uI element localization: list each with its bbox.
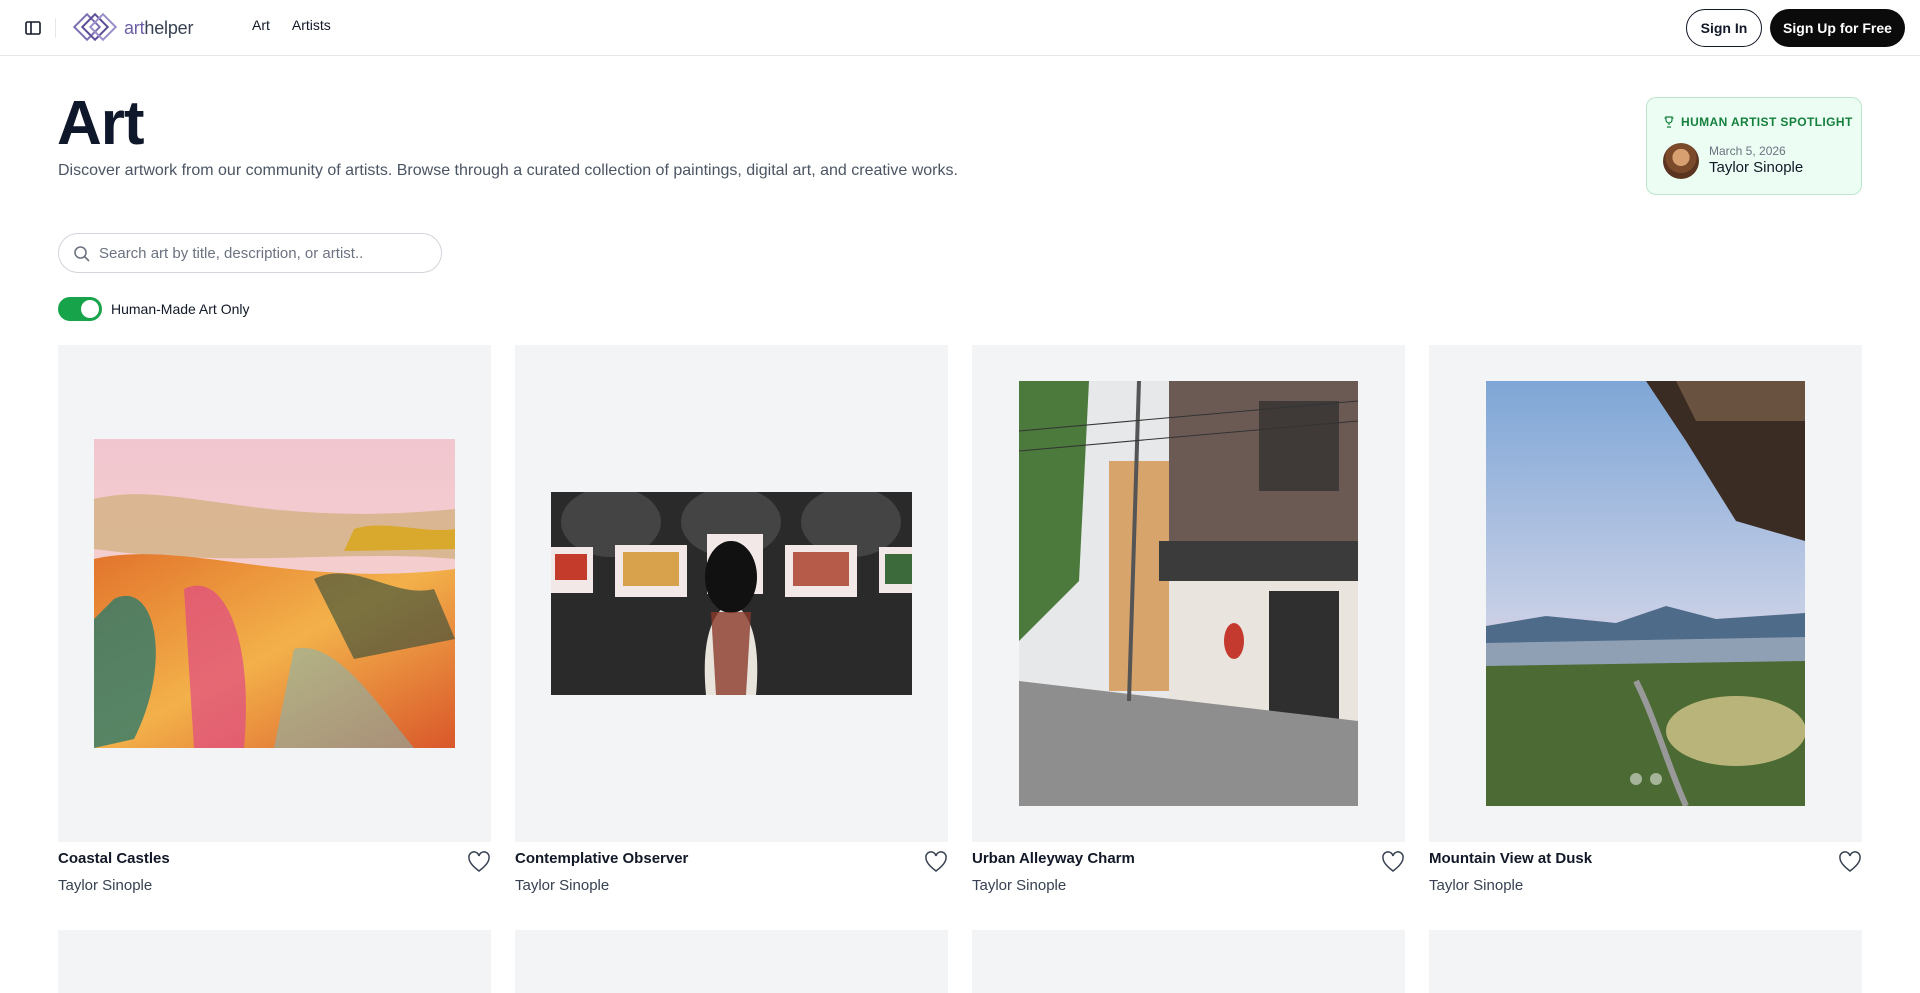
artwork-card-placeholder[interactable] bbox=[972, 930, 1405, 993]
nav-link-artists[interactable]: Artists bbox=[292, 17, 331, 33]
artwork-card[interactable]: Coastal Castles Taylor Sinople bbox=[58, 345, 491, 894]
artwork-card[interactable]: Mountain View at Dusk Taylor Sinople bbox=[1429, 345, 1862, 894]
spotlight-avatar bbox=[1663, 143, 1699, 179]
heart-icon[interactable] bbox=[924, 851, 948, 873]
toggle-knob bbox=[81, 300, 99, 318]
top-navigation-bar: arthelper Art Artists Sign In Sign Up fo… bbox=[0, 0, 1920, 56]
spotlight-label: HUMAN ARTIST SPOTLIGHT bbox=[1681, 115, 1853, 129]
artwork-artist[interactable]: Taylor Sinople bbox=[58, 877, 152, 894]
artwork-card-placeholder[interactable] bbox=[58, 930, 491, 993]
page-subtitle: Discover artwork from our community of a… bbox=[58, 162, 958, 179]
artwork-card-placeholder[interactable] bbox=[515, 930, 948, 993]
artwork-artist[interactable]: Taylor Sinople bbox=[515, 877, 609, 894]
trophy-icon bbox=[1664, 116, 1674, 128]
artwork-title[interactable]: Mountain View at Dusk bbox=[1429, 850, 1592, 867]
logo-mark-icon bbox=[72, 12, 118, 42]
nav-link-art[interactable]: Art bbox=[252, 17, 270, 33]
page-title: Art bbox=[57, 89, 145, 158]
artwork-title[interactable]: Urban Alleyway Charm bbox=[972, 850, 1135, 867]
heart-icon[interactable] bbox=[1381, 851, 1405, 873]
arthelper-logo[interactable]: arthelper bbox=[72, 10, 193, 46]
artwork-artist[interactable]: Taylor Sinople bbox=[972, 877, 1066, 894]
human-made-toggle[interactable] bbox=[58, 297, 102, 321]
sign-up-button[interactable]: Sign Up for Free bbox=[1770, 9, 1905, 47]
artwork-image-frame[interactable] bbox=[515, 345, 948, 842]
header-divider bbox=[55, 18, 56, 38]
artwork-artist[interactable]: Taylor Sinople bbox=[1429, 877, 1523, 894]
artwork-image-frame[interactable] bbox=[972, 345, 1405, 842]
heart-icon[interactable] bbox=[467, 851, 491, 873]
artwork-card[interactable]: Contemplative Observer Taylor Sinople bbox=[515, 345, 948, 894]
artwork-image bbox=[551, 492, 912, 695]
human-made-label: Human-Made Art Only bbox=[111, 301, 250, 317]
artwork-image-frame[interactable] bbox=[58, 345, 491, 842]
search-input[interactable] bbox=[99, 234, 429, 272]
sidebar-toggle-icon[interactable] bbox=[22, 17, 44, 39]
artwork-image-frame[interactable] bbox=[1429, 345, 1862, 842]
artist-spotlight-card[interactable]: HUMAN ARTIST SPOTLIGHT March 5, 2026 Tay… bbox=[1646, 97, 1862, 195]
search-bar[interactable] bbox=[58, 233, 442, 273]
spotlight-artist-name: Taylor Sinople bbox=[1709, 159, 1804, 176]
main-nav: Art Artists bbox=[252, 17, 331, 33]
artwork-card-placeholder[interactable] bbox=[1429, 930, 1862, 993]
artwork-title[interactable]: Contemplative Observer bbox=[515, 850, 688, 867]
spotlight-header: HUMAN ARTIST SPOTLIGHT bbox=[1663, 115, 1853, 129]
artwork-title[interactable]: Coastal Castles bbox=[58, 850, 170, 867]
human-made-filter: Human-Made Art Only bbox=[58, 297, 250, 321]
logo-wordmark: arthelper bbox=[124, 17, 194, 38]
spotlight-date: March 5, 2026 bbox=[1709, 144, 1786, 158]
search-icon bbox=[74, 246, 90, 262]
heart-icon[interactable] bbox=[1838, 851, 1862, 873]
artwork-image bbox=[1486, 381, 1805, 806]
artwork-image bbox=[94, 439, 455, 748]
sign-in-button[interactable]: Sign In bbox=[1686, 9, 1762, 47]
artwork-card[interactable]: Urban Alleyway Charm Taylor Sinople bbox=[972, 345, 1405, 894]
artwork-image bbox=[1019, 381, 1358, 806]
